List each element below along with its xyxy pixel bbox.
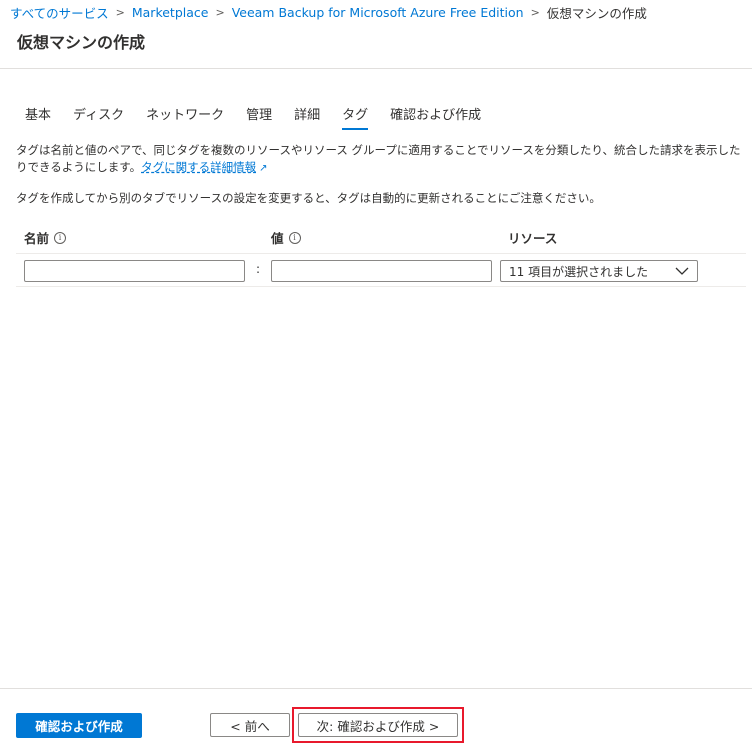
breadcrumb: すべてのサービス > Marketplace > Veeam Backup fo… — [10, 2, 647, 22]
name-column-label: 名前 — [24, 231, 50, 246]
tags-learn-more-link[interactable]: タグに関する詳細情報 — [141, 160, 256, 174]
chevron-down-icon — [675, 264, 689, 278]
table-row-divider — [16, 286, 746, 287]
breadcrumb-marketplace[interactable]: Marketplace — [132, 5, 209, 20]
name-value-separator: : — [256, 262, 261, 276]
header-divider — [0, 68, 752, 69]
chevron-right-icon: > — [115, 5, 125, 19]
tab-networking[interactable]: ネットワーク — [135, 100, 235, 130]
tab-management[interactable]: 管理 — [235, 100, 283, 130]
footer-divider — [0, 688, 752, 689]
breadcrumb-current: 仮想マシンの作成 — [546, 5, 647, 21]
name-column-header: 名前 i — [24, 228, 67, 247]
previous-button[interactable]: < 前へ — [210, 713, 290, 737]
chevron-right-icon: > — [215, 5, 225, 19]
tags-description-text: タグは名前と値のペアで、同じタグを複数のリソースやリソース グループに適用するこ… — [16, 143, 741, 174]
resource-dropdown-value: 11 項目が選択されました — [509, 264, 649, 279]
table-header-divider — [16, 253, 746, 254]
page-title: 仮想マシンの作成 — [17, 33, 146, 52]
tag-value-input[interactable] — [271, 260, 492, 282]
tags-update-note: タグを作成してから別のタブでリソースの設定を変更すると、タグは自動的に更新される… — [16, 191, 601, 205]
value-column-label: 値 — [271, 231, 284, 246]
resource-column-label: リソース — [508, 231, 558, 246]
value-column-header: 値 i — [271, 228, 301, 247]
tags-description: タグは名前と値のペアで、同じタグを複数のリソースやリソース グループに適用するこ… — [16, 142, 746, 177]
resource-dropdown[interactable]: 11 項目が選択されました — [500, 260, 698, 282]
chevron-right-icon: > — [530, 5, 540, 19]
tab-advanced[interactable]: 詳細 — [283, 100, 331, 130]
tab-tags[interactable]: タグ — [331, 100, 379, 130]
tab-disks[interactable]: ディスク — [62, 100, 135, 130]
breadcrumb-veeam[interactable]: Veeam Backup for Microsoft Azure Free Ed… — [232, 5, 524, 20]
highlight-box — [292, 707, 464, 743]
external-link-icon: ↗ — [259, 163, 268, 174]
tab-basics[interactable]: 基本 — [14, 100, 62, 130]
tag-name-input[interactable] — [24, 260, 245, 282]
breadcrumb-all-services[interactable]: すべてのサービス — [10, 3, 109, 22]
info-icon[interactable]: i — [54, 231, 67, 244]
resource-column-header: リソース — [508, 228, 557, 247]
review-create-button[interactable]: 確認および作成 — [16, 713, 142, 738]
info-icon[interactable]: i — [288, 231, 301, 244]
tab-bar: 基本 ディスク ネットワーク 管理 詳細 タグ 確認および作成 — [14, 100, 492, 130]
tab-review-create[interactable]: 確認および作成 — [379, 100, 492, 130]
